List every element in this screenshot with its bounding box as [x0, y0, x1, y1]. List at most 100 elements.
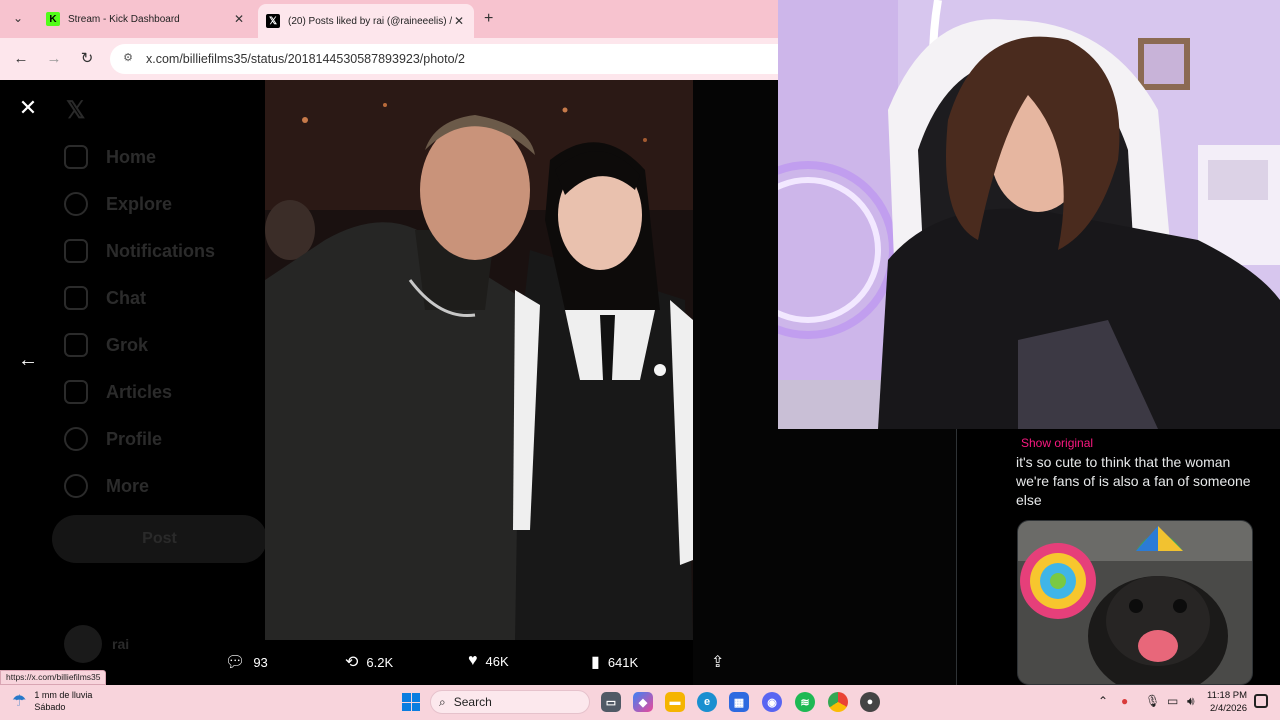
- windows-taskbar: ☂ 1 mm de lluvia Sábado ⌕ Search ▭ ◆ ▬ e…: [0, 685, 1280, 720]
- post-actions: 💬︎ 93 ⟲ 6.2K ♥ 46K ▮ 641K ⇪: [225, 652, 745, 676]
- store-icon[interactable]: ▦: [729, 692, 749, 712]
- webcam-overlay: [778, 0, 1280, 429]
- sidebar-item-grok[interactable]: Grok: [64, 333, 148, 357]
- tab-x-posts[interactable]: 𝕏 (20) Posts liked by rai (@raineeelis) …: [258, 4, 474, 38]
- analytics-icon: ▮: [591, 654, 600, 671]
- search-label: Search: [453, 695, 492, 709]
- file-explorer-icon[interactable]: ▬: [665, 692, 685, 712]
- notification-center-icon[interactable]: [1254, 694, 1268, 708]
- timeline-column: Show original it's so cute to think that…: [957, 429, 1280, 685]
- reply-count: 93: [253, 654, 268, 670]
- show-original-link[interactable]: Show original: [1021, 436, 1093, 450]
- reply-icon: 💬︎: [225, 654, 246, 671]
- sidebar-item-label: Profile: [106, 428, 163, 449]
- weather-text: 1 mm de lluvia Sábado: [34, 689, 92, 713]
- like-count: 46K: [485, 653, 509, 669]
- spotify-icon[interactable]: ≋: [795, 692, 815, 712]
- show-hidden-icons-chevron-icon[interactable]: ⌃: [1098, 694, 1108, 708]
- account-switcher[interactable]: rai: [64, 625, 129, 663]
- reload-icon[interactable]: ↻: [78, 50, 96, 68]
- share-button[interactable]: ⇪: [711, 652, 732, 672]
- discord-icon[interactable]: ◉: [762, 692, 782, 712]
- webcam-image: [778, 0, 1280, 429]
- kick-icon: K: [46, 12, 60, 26]
- link-hover-status: https://x.com/billiefilms35: [0, 670, 107, 685]
- photo-image: [265, 80, 693, 640]
- pug-image: [1018, 521, 1252, 684]
- chrome-icon[interactable]: [828, 692, 848, 712]
- sidebar-item-chat[interactable]: Chat: [64, 286, 146, 310]
- sidebar-item-label: Notifications: [106, 240, 216, 261]
- weather-widget[interactable]: ☂ 1 mm de lluvia Sábado: [12, 689, 92, 713]
- x-icon: 𝕏: [266, 14, 280, 28]
- rain-umbrella-icon: ☂: [12, 693, 27, 710]
- more-icon: [64, 474, 88, 498]
- clock-date: 2/4/2026: [1210, 703, 1247, 714]
- repost-icon: ⟲: [345, 654, 359, 671]
- mail-icon: [64, 286, 88, 310]
- address-toolbar: ← → ↻ ⚙ x.com/billiefilms35/status/20181…: [0, 38, 778, 80]
- post-button[interactable]: Post: [52, 515, 267, 563]
- url-text: x.com/billiefilms35/status/2018144530587…: [146, 52, 465, 66]
- article-icon: [64, 380, 88, 404]
- heart-icon: ♥: [468, 652, 478, 669]
- new-tab-button[interactable]: +: [484, 10, 493, 28]
- sidebar-item-label: Chat: [106, 287, 146, 308]
- tab-search-chevron-icon[interactable]: ⌄: [8, 8, 28, 28]
- sidebar-item-articles[interactable]: Articles: [64, 380, 172, 404]
- like-button[interactable]: ♥ 46K: [468, 652, 509, 670]
- sidebar-item-home[interactable]: Home: [64, 145, 156, 169]
- app-tray-icon[interactable]: ●: [1121, 694, 1128, 708]
- system-clock[interactable]: 11:18 PM 2/4/2026: [1205, 689, 1247, 715]
- search-icon: ⌕: [439, 694, 446, 709]
- network-icon[interactable]: ▭: [1167, 694, 1178, 708]
- taskbar-search[interactable]: ⌕ Search: [430, 690, 590, 714]
- sidebar-item-label: Articles: [106, 381, 173, 402]
- share-icon: ⇪: [711, 654, 725, 671]
- reply-button[interactable]: 💬︎ 93: [225, 652, 268, 672]
- close-icon[interactable]: ✕: [452, 14, 466, 28]
- sidebar-item-explore[interactable]: Explore: [64, 192, 172, 216]
- clock-time: 11:18 PM: [1207, 690, 1247, 701]
- site-settings-icon[interactable]: ⚙: [120, 51, 136, 67]
- tweet-media[interactable]: [1017, 520, 1253, 685]
- copilot-icon[interactable]: ◆: [633, 692, 653, 712]
- tweet-text: it's so cute to think that the woman we'…: [1016, 454, 1251, 508]
- avatar: [64, 625, 102, 663]
- post-photo: [265, 80, 693, 640]
- obs-icon[interactable]: ●: [860, 692, 880, 712]
- sidebar-item-label: Home: [106, 146, 157, 167]
- weather-condition: 1 mm de lluvia: [34, 690, 93, 700]
- views-button[interactable]: ▮ 641K: [591, 652, 638, 672]
- search-icon: [64, 192, 88, 216]
- edge-icon[interactable]: e: [697, 692, 717, 712]
- microphone-icon[interactable]: 🎙︎: [1145, 694, 1160, 708]
- profile-name: rai: [112, 636, 130, 652]
- tab-bar: ⌄ K Stream - Kick Dashboard ✕ 𝕏 (20) Pos…: [0, 0, 778, 38]
- close-icon[interactable]: ✕: [16, 96, 40, 120]
- repost-count: 6.2K: [366, 654, 394, 670]
- forward-icon[interactable]: →: [45, 50, 63, 68]
- sidebar-item-label: Grok: [106, 334, 149, 355]
- sidebar-item-profile[interactable]: Profile: [64, 427, 162, 451]
- sidebar-item-label: Explore: [106, 193, 173, 214]
- tab-title: Stream - Kick Dashboard: [68, 13, 180, 25]
- url-bar[interactable]: ⚙ x.com/billiefilms35/status/20181445305…: [110, 44, 778, 74]
- repost-button[interactable]: ⟲ 6.2K: [345, 652, 393, 672]
- bell-icon: [64, 239, 88, 263]
- sidebar-item-notifications[interactable]: Notifications: [64, 239, 215, 263]
- person-icon: [64, 427, 88, 451]
- previous-photo-arrow-icon[interactable]: ←: [16, 348, 40, 372]
- back-icon[interactable]: ←: [12, 50, 30, 68]
- close-icon[interactable]: ✕: [232, 12, 246, 26]
- tab-title: (20) Posts liked by rai (@raineeelis) / …: [288, 15, 452, 27]
- windows-start-icon[interactable]: [402, 693, 420, 711]
- task-view-icon[interactable]: ▭: [601, 692, 621, 712]
- tab-kick-dashboard[interactable]: K Stream - Kick Dashboard ✕: [38, 4, 254, 34]
- x-logo-icon: 𝕏: [66, 97, 86, 124]
- weather-day: Sábado: [34, 702, 66, 712]
- sidebar-item-more[interactable]: More: [64, 474, 149, 498]
- home-icon: [64, 145, 88, 169]
- view-count: 641K: [607, 654, 639, 670]
- volume-icon[interactable]: 🔊︎: [1187, 694, 1195, 709]
